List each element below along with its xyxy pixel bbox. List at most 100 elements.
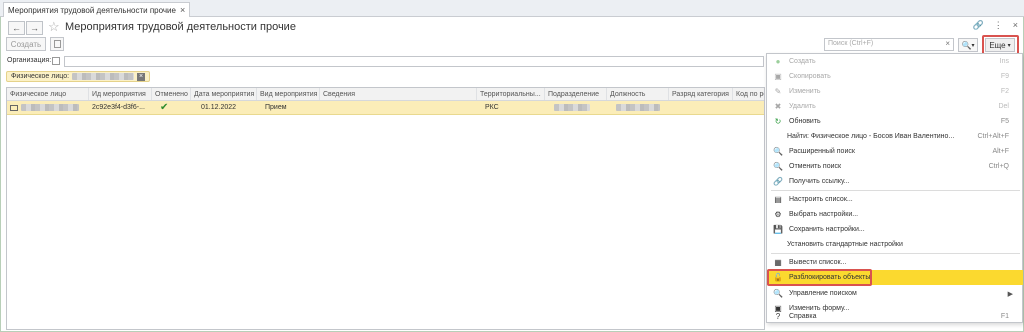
menu-item-copy[interactable]: ▣ Скопировать F9 — [767, 69, 1023, 84]
menu-item-label: Обновить — [789, 118, 821, 125]
forward-button[interactable]: → — [26, 21, 43, 35]
cell-info[interactable] — [320, 101, 477, 114]
column-header[interactable]: Вид мероприятия — [257, 88, 320, 100]
menu-item-label: Управление поиском — [789, 290, 857, 297]
filter-tag-label: Физическое лицо: — [11, 73, 70, 80]
cell-territory[interactable]: РКС — [477, 101, 545, 114]
menu-item-label: Установить стандартные настройки — [787, 241, 903, 248]
table-header: Физическое лицо Ид мероприятия Отменено … — [7, 88, 764, 101]
person-card-icon — [10, 104, 18, 111]
organization-checkbox[interactable] — [52, 57, 60, 65]
table-row[interactable]: 2c92e3f4-d3f6-... ✔ 01.12.2022 Прием РКС — [7, 101, 764, 115]
tab-events[interactable]: Мероприятия трудовой деятельности прочие… — [3, 2, 191, 17]
menu-item-label: Сохранить настройки... — [789, 226, 865, 233]
menu-item-default-settings[interactable]: Установить стандартные настройки — [767, 237, 1023, 252]
search-icon: 🔍 — [773, 147, 783, 156]
create-button[interactable]: Создать — [6, 37, 46, 51]
column-header[interactable]: Разряд категория — [669, 88, 733, 100]
menu-item-shortcut: Alt+F — [992, 148, 1009, 155]
column-header[interactable]: Физическое лицо — [7, 88, 89, 100]
more-vertical-icon[interactable]: ⋮ — [994, 20, 1003, 31]
search-options-button[interactable]: 🔍 ▾ — [958, 38, 978, 52]
menu-separator — [771, 190, 1020, 191]
save-icon: 💾 — [773, 225, 783, 234]
back-button[interactable]: ← — [8, 21, 25, 35]
organization-label: Организация: — [7, 57, 52, 64]
menu-separator — [771, 253, 1020, 254]
menu-item-label: Создать — [789, 58, 816, 65]
menu-item-cancel-search[interactable]: 🔍 Отменить поиск Ctrl+Q — [767, 159, 1023, 174]
copy-button[interactable] — [50, 37, 64, 51]
organization-field[interactable] — [64, 56, 764, 67]
menu-item-delete[interactable]: ✖ Удалить Del — [767, 99, 1023, 114]
column-header[interactable]: Сведения — [320, 88, 477, 100]
column-header[interactable]: Ид мероприятия — [89, 88, 152, 100]
search-clear-icon[interactable]: × — [945, 39, 950, 48]
search-input[interactable]: Поиск (Ctrl+F) × — [824, 38, 954, 51]
menu-item-output-list[interactable]: ▦ Вывести список... — [767, 255, 1023, 270]
tab-bar: Мероприятия трудовой деятельности прочие… — [0, 0, 1024, 17]
refresh-icon: ↻ — [774, 117, 782, 126]
cell-person[interactable] — [7, 101, 89, 114]
cell-dept[interactable] — [545, 101, 607, 114]
menu-item-find[interactable]: Найти: Физическое лицо - Босов Иван Вале… — [767, 129, 1023, 144]
events-table: Физическое лицо Ид мероприятия Отменено … — [6, 87, 765, 330]
filter-remove-icon[interactable]: × — [137, 72, 146, 81]
menu-item-refresh[interactable]: ↻ Обновить F5 — [767, 114, 1023, 129]
menu-item-shortcut: F5 — [1000, 118, 1009, 125]
delete-icon: ✖ — [774, 102, 782, 111]
submenu-arrow-icon: ▶ — [1007, 290, 1013, 298]
menu-item-label: Расширенный поиск — [789, 148, 855, 155]
menu-item-get-link[interactable]: 🔗 Получить ссылку... — [767, 174, 1023, 189]
menu-item-advanced-search[interactable]: 🔍 Расширенный поиск Alt+F — [767, 144, 1023, 159]
menu-item-edit[interactable]: ✎ Изменить F2 — [767, 84, 1023, 99]
cancel-search-icon: 🔍 — [773, 162, 783, 171]
window-controls: 🔗 ⋮ × — [973, 20, 1018, 31]
menu-item-label: Выбрать настройки... — [789, 211, 859, 218]
tab-close-icon[interactable]: × — [180, 5, 185, 15]
menu-item-label: Удалить — [789, 103, 816, 110]
search-placeholder: Поиск (Ctrl+F) — [828, 40, 874, 47]
menu-item-label: Настроить список... — [789, 196, 853, 203]
column-header[interactable]: Код по ре — [733, 88, 764, 100]
menu-item-shortcut: Ins — [999, 58, 1009, 65]
search-icon: 🔍 — [773, 289, 783, 298]
pencil-icon: ✎ — [774, 87, 782, 96]
menu-item-create[interactable]: ● Создать Ins — [767, 54, 1023, 69]
cell-grade[interactable] — [669, 101, 733, 114]
cell-id[interactable]: 2c92e3f4-d3f6-... — [89, 101, 152, 114]
menu-item-save-settings[interactable]: 💾 Сохранить настройки... — [767, 222, 1023, 237]
tab-title: Мероприятия трудовой деятельности прочие — [8, 5, 176, 15]
column-header[interactable]: Должность — [607, 88, 669, 100]
cell-kind[interactable]: Прием — [257, 101, 320, 114]
close-icon[interactable]: × — [1013, 20, 1018, 31]
page-title: Мероприятия трудовой деятельности прочие — [65, 21, 296, 33]
menu-item-label: Скопировать — [789, 73, 831, 80]
cell-date[interactable]: 01.12.2022 — [191, 101, 257, 114]
menu-item-configure-list[interactable]: ▤ Настроить список... — [767, 192, 1023, 207]
column-header[interactable]: Территориальны... — [477, 88, 545, 100]
link-icon: 🔗 — [773, 177, 783, 186]
menu-item-search-management[interactable]: 🔍 Управление поиском ▶ — [767, 286, 1023, 301]
column-header[interactable]: Отменено — [152, 88, 191, 100]
search-icon: 🔍 — [961, 40, 972, 50]
copy-icon — [53, 40, 61, 48]
favorite-star-icon[interactable]: ☆ — [48, 19, 60, 35]
link-icon[interactable]: 🔗 — [973, 20, 984, 31]
cell-code[interactable] — [733, 101, 764, 114]
column-header[interactable]: Дата мероприятия — [191, 88, 257, 100]
menu-item-shortcut: Del — [998, 103, 1009, 110]
person-name-redacted — [21, 104, 79, 111]
menu-item-label: Изменить — [789, 88, 821, 95]
list-settings-icon: ▤ — [774, 195, 782, 204]
menu-item-shortcut: F1 — [1000, 312, 1009, 320]
menu-item-choose-settings[interactable]: ⚙ Выбрать настройки... — [767, 207, 1023, 222]
dept-redacted — [554, 104, 590, 111]
column-header[interactable]: Подразделение — [545, 88, 607, 100]
filter-value-redacted — [72, 73, 135, 80]
menu-item-label: Вывести список... — [789, 259, 847, 266]
menu-item-help[interactable]: ? Справка F1 — [767, 308, 1023, 324]
person-filter-tag[interactable]: Физическое лицо: × — [6, 71, 151, 82]
cell-position[interactable] — [607, 101, 669, 114]
more-actions-menu: ● Создать Ins ▣ Скопировать F9 ✎ Изменит… — [766, 53, 1023, 323]
